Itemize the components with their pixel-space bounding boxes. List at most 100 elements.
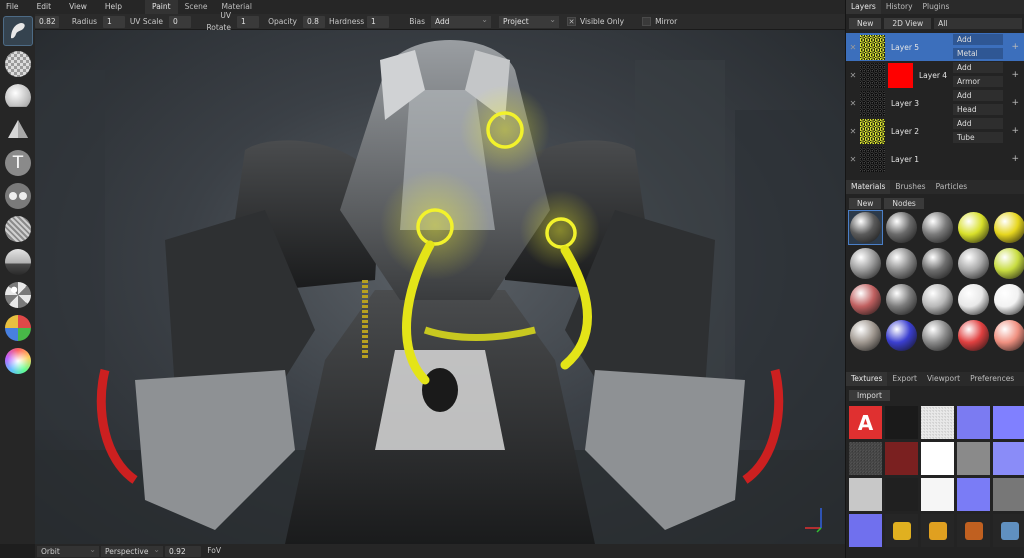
tab-layers[interactable]: Layers <box>846 0 881 14</box>
layer-thumbnail[interactable] <box>860 34 885 60</box>
layer-name[interactable]: Layer 5 <box>885 43 919 52</box>
delete-layer-icon[interactable]: ✕ <box>846 127 860 136</box>
layer-row[interactable]: ✕ Layer 1 + <box>846 145 1024 173</box>
texture-slot[interactable] <box>885 514 918 547</box>
menu-help[interactable]: Help <box>96 0 131 14</box>
delete-layer-icon[interactable]: ✕ <box>846 43 860 52</box>
material-slot[interactable] <box>848 210 883 245</box>
material-slot[interactable] <box>884 246 919 281</box>
uv-scale-input[interactable]: 1 <box>103 15 125 28</box>
tab-textures[interactable]: Textures <box>846 372 888 386</box>
new-layer-button[interactable]: New <box>849 17 882 29</box>
tab-particles[interactable]: Particles <box>931 180 973 194</box>
particle-tool-button[interactable] <box>3 247 33 277</box>
texture-slot[interactable] <box>993 514 1024 547</box>
delete-layer-icon[interactable]: ✕ <box>846 99 860 108</box>
layer-material-select[interactable]: Armor <box>953 76 1003 87</box>
delete-layer-icon[interactable]: ✕ <box>846 155 860 164</box>
texture-slot[interactable] <box>993 442 1024 475</box>
material-slot[interactable] <box>956 246 991 281</box>
layer-thumbnail[interactable] <box>860 146 885 172</box>
add-mask-icon[interactable]: + <box>1011 154 1019 164</box>
texture-slot[interactable] <box>993 478 1024 511</box>
menu-edit[interactable]: Edit <box>28 0 61 14</box>
material-slot[interactable] <box>992 210 1024 245</box>
material-slot[interactable] <box>992 246 1024 281</box>
eraser-tool-button[interactable] <box>3 49 33 79</box>
material-slot[interactable] <box>992 282 1024 317</box>
clone-tool-button[interactable] <box>3 181 33 211</box>
import-texture-button[interactable]: Import <box>849 389 890 401</box>
add-mask-icon[interactable]: + <box>1011 70 1019 80</box>
uv-rotate-input[interactable]: 0 <box>169 15 191 28</box>
decal-tool-button[interactable] <box>3 115 33 145</box>
texture-slot[interactable] <box>993 406 1024 439</box>
layer-mask-thumbnail[interactable] <box>888 62 913 88</box>
fov-input[interactable]: 0.92 <box>165 545 201 557</box>
brush-tool-button[interactable] <box>3 16 33 46</box>
hardness-input[interactable]: 0.8 <box>303 15 325 28</box>
texture-slot[interactable] <box>957 406 990 439</box>
layer-row[interactable]: ✕ Layer 2 Add Tube + <box>846 117 1024 145</box>
add-mask-icon[interactable]: + <box>1011 126 1019 136</box>
material-slot[interactable] <box>920 282 955 317</box>
material-slot[interactable] <box>884 210 919 245</box>
texture-slot[interactable] <box>921 514 954 547</box>
mirror-checkbox[interactable] <box>642 17 652 26</box>
texture-slot[interactable] <box>957 478 990 511</box>
material-slot[interactable] <box>956 318 991 353</box>
tab-viewport[interactable]: Viewport <box>922 372 965 386</box>
bias-input[interactable]: 1 <box>367 15 389 28</box>
layer-row[interactable]: ✕ Layer 4 Add Armor + <box>846 61 1024 89</box>
texture-slot[interactable] <box>885 442 918 475</box>
layer-material-select[interactable]: Metal <box>953 48 1003 59</box>
layer-blend-select[interactable]: Add <box>953 90 1003 101</box>
layer-filter-select[interactable]: All <box>934 17 1022 29</box>
colorid-tool-button[interactable] <box>3 280 33 310</box>
layer-thumbnail[interactable] <box>860 118 885 144</box>
layer-thumbnail[interactable] <box>860 62 885 88</box>
blur-tool-button[interactable] <box>3 214 33 244</box>
tab-preferences[interactable]: Preferences <box>965 372 1019 386</box>
material-slot[interactable] <box>884 318 919 353</box>
tab-materials[interactable]: Materials <box>846 180 891 194</box>
nodes-button[interactable]: Nodes <box>884 197 924 209</box>
layer-row[interactable]: ✕ Layer 3 Add Head + <box>846 89 1024 117</box>
texture-slot[interactable] <box>921 406 954 439</box>
visible-only-toggle[interactable]: ✕ Visible Only <box>561 17 624 26</box>
layer-blend-select[interactable]: Add <box>953 62 1003 73</box>
material-slot[interactable] <box>956 210 991 245</box>
visible-only-checkbox[interactable]: ✕ <box>567 17 576 26</box>
3d-viewport[interactable] <box>35 30 845 544</box>
new-material-button[interactable]: New <box>849 197 882 209</box>
tab-plugins[interactable]: Plugins <box>918 0 955 14</box>
tab-brushes[interactable]: Brushes <box>890 180 930 194</box>
texture-slot[interactable] <box>957 514 990 547</box>
texture-slot[interactable] <box>957 442 990 475</box>
material-slot[interactable] <box>884 282 919 317</box>
texture-slot[interactable] <box>921 442 954 475</box>
texture-slot[interactable] <box>885 406 918 439</box>
material-slot[interactable] <box>848 318 883 353</box>
layer-name[interactable]: Layer 2 <box>885 127 919 136</box>
material-slot[interactable] <box>992 318 1024 353</box>
picker-tool-button[interactable] <box>3 313 33 343</box>
layer-material-select[interactable]: Tube <box>953 132 1003 143</box>
layer-name[interactable]: Layer 1 <box>885 155 919 164</box>
mirror-toggle[interactable]: Mirror <box>626 17 677 26</box>
tab-export[interactable]: Export <box>887 372 922 386</box>
material-slot[interactable] <box>848 246 883 281</box>
radius-input[interactable]: 0.82 <box>35 15 59 28</box>
add-mask-icon[interactable]: + <box>1011 98 1019 108</box>
layer-name[interactable]: Layer 4 <box>913 71 947 80</box>
layer-material-select[interactable]: Head <box>953 104 1003 115</box>
gradient-tool-button[interactable] <box>3 346 33 376</box>
text-tool-button[interactable]: T <box>3 148 33 178</box>
texture-slot[interactable] <box>885 478 918 511</box>
blend-mode-select[interactable]: Add <box>431 14 491 28</box>
workspace-tab-paint[interactable]: Paint <box>145 0 178 14</box>
menu-view[interactable]: View <box>60 0 96 14</box>
texture-slot[interactable] <box>921 478 954 511</box>
add-mask-icon[interactable]: + <box>1011 42 1019 52</box>
material-slot[interactable] <box>848 282 883 317</box>
